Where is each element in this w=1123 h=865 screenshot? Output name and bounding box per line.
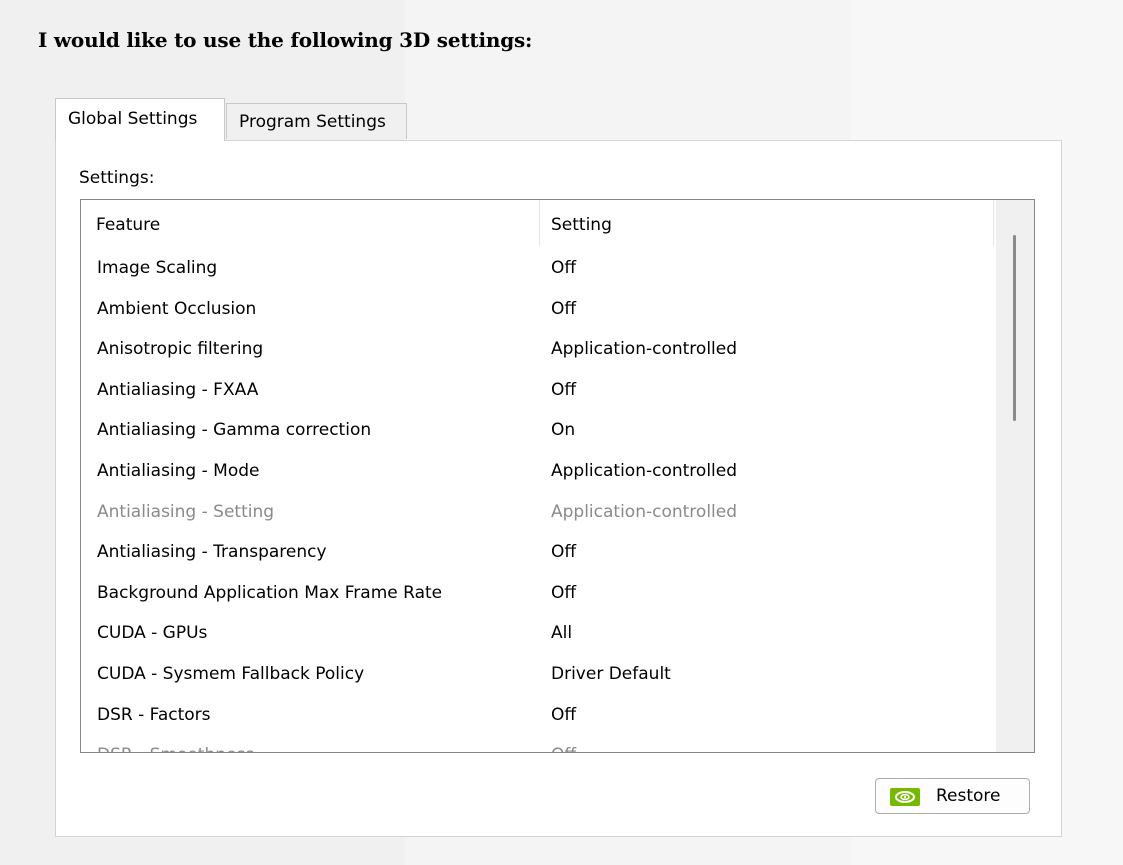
setting-cell: Off [551,704,577,725]
feature-cell: Antialiasing - Gamma correction [97,420,372,441]
column-header-setting[interactable]: Setting [551,200,612,248]
setting-cell: Off [551,298,577,319]
feature-cell: Anisotropic filtering [97,339,264,360]
vertical-scrollbar[interactable] [996,200,1034,752]
setting-cell: All [551,623,573,644]
restore-button[interactable]: Restore [875,778,1030,814]
feature-cell: DSR - Smoothness [97,735,254,752]
table-row[interactable]: CUDA - GPUs All [81,613,995,654]
table-row[interactable]: Anisotropic filtering Application-contro… [81,329,995,370]
table-row-partial[interactable]: DSR - Smoothness Off [81,735,995,752]
feature-cell: Background Application Max Frame Rate [97,582,443,603]
setting-cell: Application-controlled [551,501,738,522]
feature-cell: Ambient Occlusion [97,298,257,319]
column-divider-end[interactable] [993,200,994,246]
list-header: Feature Setting [81,200,995,248]
restore-button-label: Restore [936,786,1001,806]
setting-cell: Driver Default [551,663,671,684]
table-row[interactable]: Antialiasing - Mode Application-controll… [81,451,995,492]
table-row[interactable]: Antialiasing - FXAA Off [81,370,995,411]
feature-cell: DSR - Factors [97,704,211,725]
feature-cell: Antialiasing - Mode [97,460,260,481]
setting-cell: Off [551,379,577,400]
feature-cell: CUDA - Sysmem Fallback Policy [97,663,365,684]
setting-cell: Application-controlled [551,339,738,360]
feature-cell: Antialiasing - Transparency [97,542,327,563]
scrollbar-thumb[interactable] [1013,235,1016,421]
setting-cell: Off [551,258,577,278]
settings-label: Settings: [79,168,155,188]
table-row-disabled[interactable]: Antialiasing - Setting Application-contr… [81,492,995,533]
column-divider[interactable] [539,200,540,246]
table-row[interactable]: Antialiasing - Gamma correction On [81,410,995,451]
setting-cell: Off [551,735,576,752]
table-row[interactable]: Background Application Max Frame Rate Of… [81,573,995,614]
table-row[interactable]: DSR - Factors Off [81,695,995,736]
page-heading: I would like to use the following 3D set… [38,28,533,52]
tab-global-settings[interactable]: Global Settings [55,98,225,141]
settings-list[interactable]: Feature Setting Image Scaling Off Ambien… [80,199,1035,753]
table-row[interactable]: Image Scaling Off [81,248,995,289]
setting-cell: On [551,420,576,441]
setting-cell: Off [551,582,577,603]
table-row[interactable]: CUDA - Sysmem Fallback Policy Driver Def… [81,654,995,695]
setting-cell: Off [551,542,577,563]
settings-rows: Image Scaling Off Ambient Occlusion Off … [81,248,995,752]
table-row[interactable]: Antialiasing - Transparency Off [81,532,995,573]
tab-program-settings[interactable]: Program Settings [226,103,407,139]
nvidia-logo-icon [890,788,920,806]
table-row[interactable]: Ambient Occlusion Off [81,289,995,330]
feature-cell: Antialiasing - FXAA [97,379,259,400]
column-header-feature[interactable]: Feature [96,200,160,248]
global-settings-panel: Settings: Feature Setting Image Scaling … [55,140,1062,837]
setting-cell: Application-controlled [551,460,738,481]
feature-cell: Antialiasing - Setting [97,501,275,522]
feature-cell: CUDA - GPUs [97,623,208,644]
feature-cell: Image Scaling [97,258,218,278]
